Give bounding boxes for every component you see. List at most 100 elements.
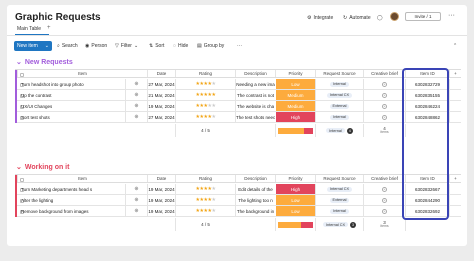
request-source-tag[interactable]: Internal bbox=[330, 114, 349, 120]
cell-date[interactable]: 19 Mar, 2024 bbox=[147, 101, 175, 111]
cell-description[interactable]: Edit details of the bbox=[235, 184, 275, 194]
column-header-date[interactable]: Date bbox=[147, 175, 175, 182]
group-title[interactable]: ⌄ New Requests bbox=[16, 58, 73, 67]
chat-icon[interactable]: ◯ bbox=[377, 15, 383, 21]
cell-creative[interactable]: + bbox=[363, 112, 405, 122]
cell-creative[interactable]: + bbox=[363, 101, 405, 111]
column-header-source[interactable]: Request Source bbox=[315, 70, 363, 77]
conversation-cell[interactable]: ⊕ bbox=[125, 195, 147, 205]
file-icon[interactable]: + bbox=[382, 186, 387, 192]
chevron-down-icon[interactable]: ⌄ bbox=[89, 13, 95, 21]
cell-item[interactable]: Up the contrast bbox=[17, 90, 125, 100]
column-header-add[interactable]: + bbox=[449, 70, 461, 77]
cell-priority[interactable]: Low bbox=[275, 79, 315, 89]
search-button[interactable]: ⌕ Search bbox=[57, 43, 78, 49]
column-header-creative[interactable]: Creative brief bbox=[363, 175, 405, 182]
filter-button[interactable]: ▽ Filter ⌄ bbox=[115, 43, 138, 49]
column-header-item[interactable]: Item bbox=[17, 70, 147, 77]
add-update-icon[interactable]: ⊕ bbox=[134, 186, 138, 192]
column-header-priority[interactable]: Priority bbox=[275, 175, 315, 182]
conversation-cell[interactable]: ⊕ bbox=[125, 101, 147, 111]
priority-badge[interactable]: High bbox=[276, 184, 315, 194]
cell-priority[interactable]: High bbox=[275, 184, 315, 194]
table-row[interactable]: Turn Marketing departments head s ⊕ 19 Mar… bbox=[15, 184, 461, 195]
star-icon[interactable]: ★ bbox=[211, 81, 215, 87]
cell-creative[interactable]: + bbox=[363, 206, 405, 216]
board-title[interactable]: Graphic Requests bbox=[15, 12, 101, 23]
conversation-cell[interactable]: ⊕ bbox=[125, 79, 147, 89]
chevron-down-icon[interactable]: ⌄ bbox=[16, 58, 22, 66]
priority-badge[interactable]: Low bbox=[276, 206, 315, 216]
star-icon[interactable]: ★ bbox=[211, 114, 215, 120]
table-row[interactable]: Remove background from images ⊕ 19 Mar, 20… bbox=[15, 206, 461, 217]
cell-description[interactable]: Needing a new ima bbox=[235, 79, 275, 89]
automate-button[interactable]: ↻ Automate bbox=[343, 15, 371, 21]
table-row[interactable]: Sort test shots ⊕ 27 Mar, 2024 ★ ★ ★ ★ ★ The tes… bbox=[15, 112, 461, 123]
star-icon[interactable]: ★ bbox=[211, 208, 215, 214]
chevron-down-icon[interactable]: ⌄ bbox=[45, 43, 49, 49]
cell-description[interactable]: The lighting too n bbox=[235, 195, 275, 205]
cell-item[interactable]: UX/UI Changes bbox=[17, 101, 125, 111]
cell-date[interactable]: 19 Mar, 2024 bbox=[147, 195, 175, 205]
cell-rating[interactable]: ★ ★ ★ ★ ★ bbox=[175, 184, 235, 194]
cell-item[interactable]: Alter the lighting bbox=[17, 195, 125, 205]
column-header-priority[interactable]: Priority bbox=[275, 70, 315, 77]
priority-badge[interactable]: High bbox=[276, 112, 315, 122]
cell-priority[interactable]: Medium bbox=[275, 90, 315, 100]
priority-badge[interactable]: Low bbox=[276, 195, 315, 205]
column-header-date[interactable]: Date bbox=[147, 70, 175, 77]
add-update-icon[interactable]: ⊕ bbox=[134, 103, 138, 109]
cell-description[interactable]: The contrast is not bbox=[235, 90, 275, 100]
sort-button[interactable]: ⇅ Sort bbox=[149, 43, 164, 49]
cell-source[interactable]: Internal bbox=[315, 112, 363, 122]
avatar[interactable] bbox=[390, 12, 399, 21]
cell-rating[interactable]: ★ ★ ★ ★ ★ bbox=[175, 90, 235, 100]
cell-date[interactable]: 19 Mar, 2024 bbox=[147, 184, 175, 194]
column-header-description[interactable]: Description bbox=[235, 175, 275, 182]
collapse-icon[interactable]: ⌃ bbox=[453, 43, 457, 49]
file-icon[interactable]: + bbox=[382, 197, 387, 203]
request-source-tag[interactable]: Internal bbox=[330, 81, 349, 87]
cell-date[interactable]: 27 Mar, 2024 bbox=[147, 79, 175, 89]
cell-date[interactable]: 19 Mar, 2024 bbox=[147, 206, 175, 216]
add-update-icon[interactable]: ⊕ bbox=[134, 92, 138, 98]
cell-date[interactable]: 27 Mar, 2024 bbox=[147, 112, 175, 122]
cell-priority[interactable]: Low bbox=[275, 195, 315, 205]
table-row[interactable]: Alter the lighting ⊕ 19 Mar, 2024 ★ ★ ★ ★ ★ The … bbox=[15, 195, 461, 206]
more-options-icon[interactable]: ··· bbox=[237, 43, 242, 49]
cell-source[interactable]: External bbox=[315, 101, 363, 111]
conversation-cell[interactable]: ⊕ bbox=[125, 90, 147, 100]
chevron-down-icon[interactable]: ⌄ bbox=[16, 163, 22, 171]
request-source-tag[interactable]: Internal CX bbox=[327, 92, 352, 98]
file-icon[interactable]: + bbox=[382, 208, 387, 214]
source-summary[interactable]: Internal 4 bbox=[315, 124, 363, 137]
request-source-tag[interactable]: Internal CX bbox=[327, 186, 352, 192]
file-icon[interactable]: + bbox=[382, 92, 387, 98]
priority-distribution-bar[interactable] bbox=[278, 127, 313, 134]
add-update-icon[interactable]: ⊕ bbox=[134, 197, 138, 203]
star-icon[interactable]: ★ bbox=[211, 186, 215, 192]
priority-badge[interactable]: Low bbox=[276, 79, 315, 89]
column-header-rating[interactable]: Rating bbox=[175, 175, 235, 182]
column-header-source[interactable]: Request Source bbox=[315, 175, 363, 182]
cell-rating[interactable]: ★ ★ ★ ★ ★ bbox=[175, 101, 235, 111]
star-icon[interactable]: ★ bbox=[211, 92, 215, 98]
conversation-cell[interactable]: ⊕ bbox=[125, 206, 147, 216]
priority-summary[interactable] bbox=[275, 124, 315, 137]
cell-priority[interactable]: High bbox=[275, 112, 315, 122]
cell-rating[interactable]: ★ ★ ★ ★ ★ bbox=[175, 79, 235, 89]
priority-summary[interactable] bbox=[275, 218, 315, 231]
cell-creative[interactable]: + bbox=[363, 90, 405, 100]
conversation-cell[interactable]: ⊕ bbox=[125, 112, 147, 122]
priority-distribution-bar[interactable] bbox=[278, 221, 313, 228]
integrate-button[interactable]: ⚙ Integrate bbox=[307, 15, 333, 21]
cell-item[interactable]: Sort test shots bbox=[17, 112, 125, 122]
file-icon[interactable]: + bbox=[382, 103, 387, 109]
add-view-icon[interactable]: + bbox=[47, 25, 51, 31]
conversation-cell[interactable]: ⊕ bbox=[125, 184, 147, 194]
hide-button[interactable]: ◌ Hide bbox=[173, 43, 188, 49]
source-summary[interactable]: Internal CX 3 bbox=[315, 218, 363, 231]
cell-priority[interactable]: Low bbox=[275, 206, 315, 216]
cell-source[interactable]: External bbox=[315, 195, 363, 205]
file-icon[interactable]: + bbox=[382, 81, 387, 87]
